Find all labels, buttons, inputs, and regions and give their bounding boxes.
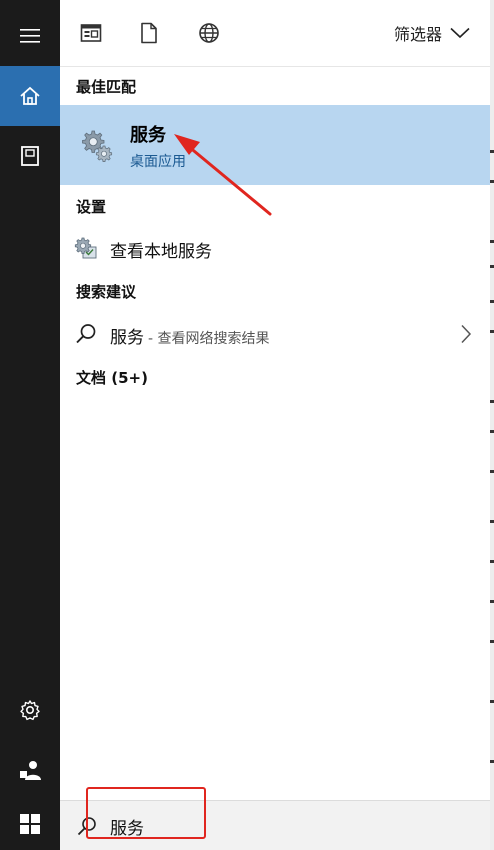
hamburger-icon: [20, 29, 40, 43]
home-icon: [20, 86, 40, 105]
gear-icon: [20, 700, 40, 721]
web-suggestion-label: 服务 - 查看网络搜索结果: [110, 323, 270, 348]
document-icon: [21, 146, 39, 166]
user-icon: [20, 761, 41, 780]
left-rail: [0, 0, 60, 850]
chevron-right-icon: [461, 324, 472, 344]
searchbar-icon: [77, 817, 96, 836]
user-button[interactable]: [0, 740, 60, 800]
start-button[interactable]: [0, 794, 60, 850]
annotation-arrow: [174, 134, 272, 216]
web-suggestion-query: 服务: [110, 328, 144, 348]
web-suggestion-item[interactable]: 服务 - 查看网络搜索结果: [60, 312, 490, 356]
start-search-window: 筛选器 最佳匹配 服务 桌面应用 设置 查看本地服务 搜索建议 服务 - 查看网…: [0, 0, 494, 850]
section-documents: 文档 (5+): [76, 369, 148, 387]
search-bar: [60, 800, 490, 850]
settings-button[interactable]: [0, 680, 60, 740]
documents-button[interactable]: [0, 126, 60, 186]
search-results-panel: 筛选器 最佳匹配 服务 桌面应用 设置 查看本地服务 搜索建议 服务 - 查看网…: [60, 0, 490, 850]
search-input[interactable]: [110, 813, 410, 839]
search-icon: [76, 324, 96, 344]
background-strip: [490, 0, 494, 850]
home-button[interactable]: [0, 66, 60, 126]
windows-icon: [20, 814, 40, 834]
menu-button[interactable]: [0, 6, 60, 66]
web-suggestion-suffix: - 查看网络搜索结果: [148, 331, 270, 347]
